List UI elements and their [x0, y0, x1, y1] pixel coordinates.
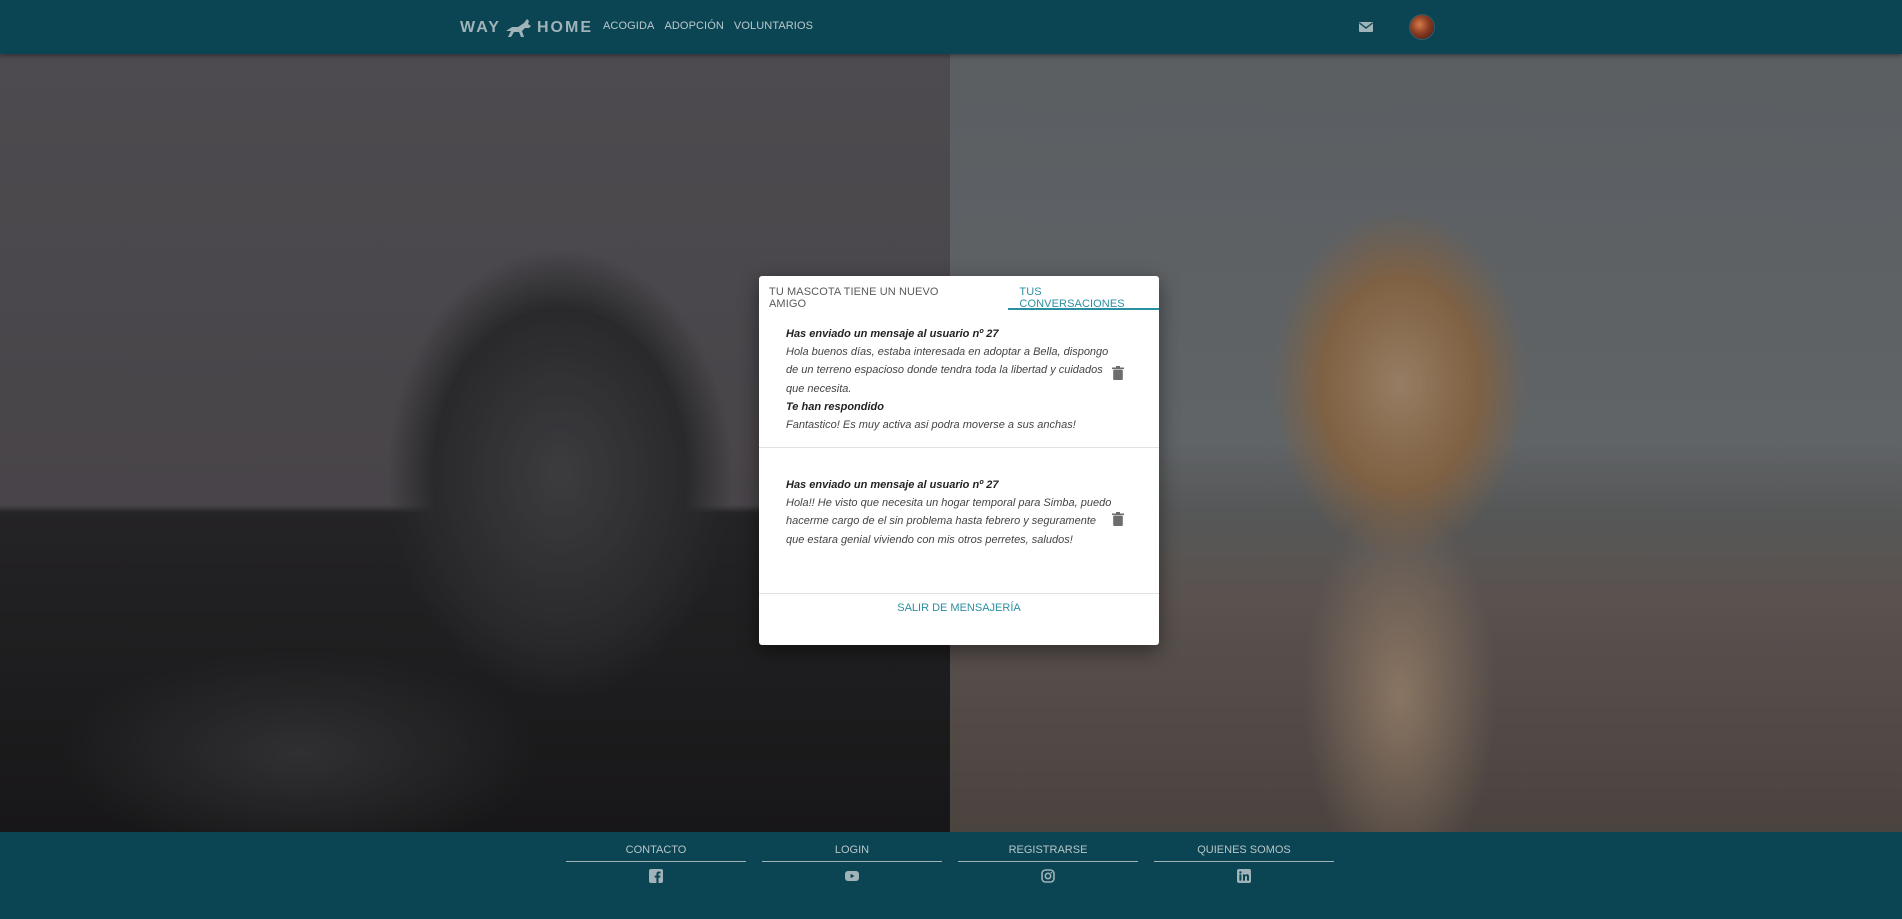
sent-title: Has enviado un mensaje al usuario nº 27: [786, 479, 999, 491]
youtube-icon[interactable]: [845, 869, 859, 883]
tab-conversations[interactable]: TUS CONVERSACIONES: [1008, 276, 1159, 310]
footer-link-contacto[interactable]: CONTACTO: [566, 844, 746, 862]
trash-icon[interactable]: [1112, 366, 1124, 380]
exit-messaging-button[interactable]: SALIR DE MENSAJERÍA: [759, 594, 1159, 645]
user-avatar[interactable]: [1409, 14, 1435, 40]
top-navbar: WAY HOME ACOGIDA ADOPCIÓN VOLUNTARIOS: [0, 0, 1902, 54]
instagram-icon[interactable]: [1041, 869, 1055, 883]
footer-col-contacto: CONTACTO: [566, 844, 746, 883]
footer-col-registrarse: REGISTRARSE: [958, 844, 1138, 883]
footer-col-quienes-somos: QUIENES SOMOS: [1154, 844, 1334, 883]
footer: CONTACTO LOGIN REGISTRARSE QUIENES SOMOS: [0, 832, 1902, 919]
nav-voluntarios[interactable]: VOLUNTARIOS: [734, 20, 813, 32]
tab-new-friend[interactable]: TU MASCOTA TIENE UN NUEVO AMIGO: [759, 276, 986, 310]
nav-acogida[interactable]: ACOGIDA: [603, 20, 654, 32]
footer-link-quienes-somos[interactable]: QUIENES SOMOS: [1154, 844, 1334, 862]
main-nav: ACOGIDA ADOPCIÓN VOLUNTARIOS: [603, 20, 813, 32]
sent-message: Hola buenos días, estaba interesada en a…: [786, 346, 1109, 395]
trash-icon[interactable]: [1112, 512, 1124, 526]
footer-link-registrarse[interactable]: REGISTRARSE: [958, 844, 1138, 862]
facebook-icon[interactable]: [649, 869, 663, 883]
linkedin-icon[interactable]: [1237, 869, 1251, 883]
reply-message: Fantastico! Es muy activa asi podra move…: [786, 419, 1076, 432]
sent-title: Has enviado un mensaje al usuario nº 27: [786, 328, 999, 340]
mail-icon[interactable]: [1358, 19, 1374, 35]
nav-adopcion[interactable]: ADOPCIÓN: [664, 20, 723, 32]
reply-title: Te han respondido: [786, 400, 884, 413]
dog-running-icon: [505, 19, 531, 37]
conversation-content: Has enviado un mensaje al usuario nº 27 …: [786, 476, 1116, 549]
footer-link-login[interactable]: LOGIN: [762, 844, 942, 862]
conversation-item: Has enviado un mensaje al usuario nº 27 …: [759, 310, 1159, 448]
conversation-item: Has enviado un mensaje al usuario nº 27 …: [759, 448, 1159, 594]
logo[interactable]: WAY HOME: [460, 15, 593, 41]
messaging-modal: TU MASCOTA TIENE UN NUEVO AMIGO TUS CONV…: [759, 276, 1159, 645]
sent-message: Hola!! He visto que necesita un hogar te…: [786, 497, 1112, 546]
conversation-content: Has enviado un mensaje al usuario nº 27 …: [786, 325, 1116, 434]
logo-text-way: WAY: [460, 19, 501, 36]
modal-tabs: TU MASCOTA TIENE UN NUEVO AMIGO TUS CONV…: [759, 276, 1159, 310]
logo-text-home: HOME: [536, 19, 593, 36]
footer-col-login: LOGIN: [762, 844, 942, 883]
